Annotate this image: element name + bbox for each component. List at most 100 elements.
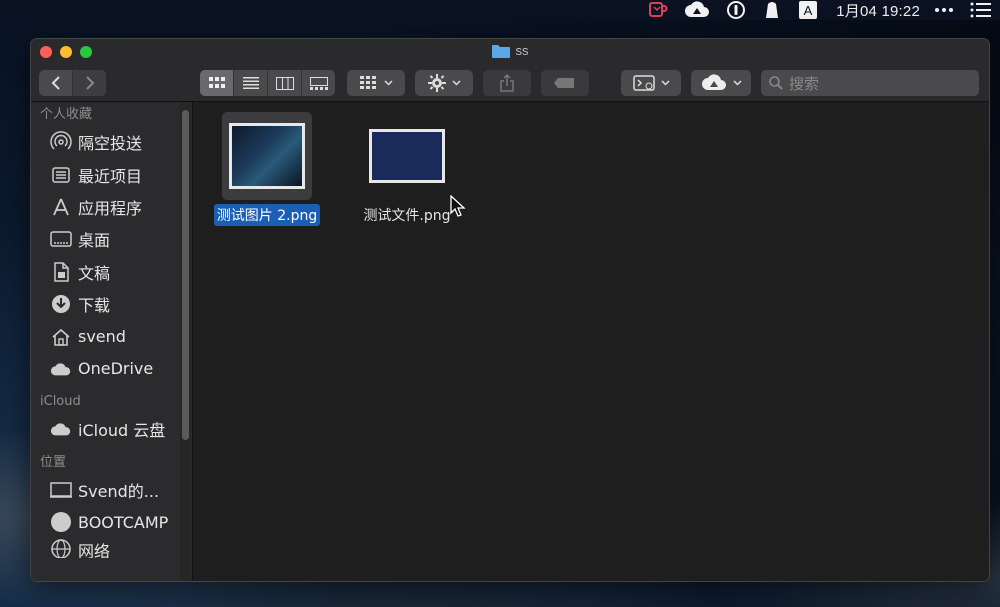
image-thumbnail — [369, 129, 445, 183]
coffee-cup-icon[interactable] — [648, 1, 668, 19]
desktop-icon — [50, 228, 72, 250]
sidebar-item-icloud-drive[interactable]: iCloud 云盘 — [31, 413, 192, 445]
folder-icon — [491, 44, 510, 58]
file-item[interactable]: 测试文件.png — [347, 112, 467, 226]
sidebar-item-bootcamp[interactable]: BOOTCAMP — [31, 506, 192, 538]
share-button[interactable] — [483, 70, 531, 96]
home-icon — [50, 326, 72, 348]
icon-view-button[interactable] — [200, 70, 234, 96]
bell-shape-icon[interactable] — [762, 0, 782, 20]
disk-icon — [50, 511, 72, 533]
menubar-clock[interactable]: 1月04 19:22 — [836, 0, 920, 21]
sidebar-item-applications[interactable]: 应用程序 — [31, 191, 192, 223]
file-thumbnail[interactable] — [362, 112, 452, 200]
tag-button[interactable] — [541, 70, 589, 96]
grid-icon — [208, 77, 225, 88]
file-item[interactable]: 测试图片 2.png — [207, 112, 327, 226]
file-thumbnail-selected[interactable] — [222, 112, 312, 200]
sidebar-item-label: 下载 — [78, 296, 111, 316]
computer-icon — [50, 479, 72, 501]
gallery-icon — [309, 76, 328, 90]
sidebar-scrollbar[interactable] — [182, 110, 189, 440]
search-icon — [769, 76, 783, 90]
sidebar-item-documents[interactable]: 文稿 — [31, 256, 192, 288]
sidebar-item-label: 隔空投送 — [78, 134, 143, 154]
forward-button[interactable] — [73, 70, 106, 96]
action-button[interactable] — [415, 70, 473, 96]
sidebar-item-label: 应用程序 — [78, 198, 143, 218]
preview-icon — [632, 75, 655, 91]
input-method-icon[interactable]: A — [798, 0, 818, 20]
file-browser-area[interactable]: 测试图片 2.png 测试文件.png — [193, 102, 989, 581]
list-view-icon — [242, 77, 259, 89]
sidebar-item-label: Svend的... — [78, 481, 160, 501]
airdrop-icon — [50, 131, 72, 153]
group-by-button[interactable] — [347, 70, 405, 96]
sidebar-item-label: BOOTCAMP — [78, 512, 169, 532]
back-button[interactable] — [39, 70, 73, 96]
preview-button[interactable] — [621, 70, 681, 96]
file-name-label[interactable]: 测试文件.png — [360, 204, 453, 226]
cloud-sync-button[interactable] — [691, 70, 751, 96]
sidebar-item-recents[interactable]: 最近项目 — [31, 158, 192, 190]
sidebar-item-desktop[interactable]: 桌面 — [31, 223, 192, 255]
svg-text:A: A — [804, 3, 813, 18]
chevron-left-icon — [51, 76, 60, 90]
creative-cloud-icon[interactable] — [684, 1, 710, 19]
menu-bar: A 1月04 19:22 — [0, 0, 1000, 20]
chevron-down-icon — [383, 80, 393, 86]
cloud-icon — [50, 358, 72, 380]
sidebar-item-label: 网络 — [78, 542, 111, 559]
mouse-pointer-icon — [450, 195, 466, 217]
more-icon[interactable] — [934, 6, 954, 14]
title-bar: ss 搜索 — [31, 39, 989, 102]
image-thumbnail — [229, 123, 305, 189]
sidebar-item-label: 最近项目 — [78, 166, 143, 186]
window-title-label: ss — [515, 43, 529, 58]
gallery-view-button[interactable] — [302, 70, 335, 96]
gear-icon — [427, 74, 446, 92]
list-view-button[interactable] — [234, 70, 268, 96]
share-icon — [500, 74, 514, 92]
sidebar-item-home[interactable]: svend — [31, 320, 192, 352]
sidebar-item-network[interactable]: 网络 — [31, 538, 192, 559]
sidebar-item-computer[interactable]: Svend的... — [31, 474, 192, 506]
chevron-right-icon — [85, 76, 94, 90]
downloads-icon — [50, 293, 72, 315]
search-input[interactable]: 搜索 — [761, 70, 979, 96]
sidebar-item-airdrop[interactable]: 隔空投送 — [31, 126, 192, 158]
sidebar-item-downloads[interactable]: 下载 — [31, 288, 192, 320]
search-placeholder: 搜索 — [789, 74, 820, 93]
nav-buttons — [39, 70, 106, 96]
list-icon[interactable] — [970, 2, 992, 18]
sidebar: 个人收藏 隔空投送 最近项目 应用程序 桌面 文稿 下载 svend OneDr… — [31, 102, 193, 581]
group-icon — [359, 76, 376, 89]
file-name-label[interactable]: 测试图片 2.png — [213, 204, 321, 226]
tag-icon — [554, 78, 574, 88]
sidebar-item-label: iCloud 云盘 — [78, 421, 166, 441]
toolbar: 搜索 — [39, 70, 981, 96]
chevron-down-icon — [660, 80, 670, 86]
sidebar-item-label: svend — [78, 327, 126, 347]
window-title: ss — [31, 43, 989, 58]
password-icon[interactable] — [726, 0, 746, 20]
columns-icon — [275, 76, 294, 90]
chevron-down-icon — [732, 80, 742, 86]
icloud-icon — [50, 418, 72, 440]
sidebar-item-onedrive[interactable]: OneDrive — [31, 353, 192, 385]
sidebar-heading-favorites: 个人收藏 — [40, 107, 93, 122]
sidebar-item-label: OneDrive — [78, 359, 154, 379]
applications-icon — [50, 196, 72, 218]
view-mode-control — [200, 70, 335, 96]
chevron-down-icon — [451, 80, 461, 86]
sidebar-item-label: 文稿 — [78, 263, 111, 283]
creative-cloud-icon — [701, 74, 726, 90]
column-view-button[interactable] — [268, 70, 302, 96]
recents-icon — [50, 164, 72, 186]
network-icon — [50, 538, 72, 559]
documents-icon — [50, 261, 72, 283]
sidebar-heading-locations: 位置 — [40, 454, 67, 470]
finder-window: ss 搜索 个人收藏 隔空投送 最近项目 应用程序 桌面 文稿 下载 svend… — [30, 38, 990, 582]
sidebar-heading-icloud: iCloud — [40, 394, 81, 410]
sidebar-item-label: 桌面 — [78, 231, 111, 251]
